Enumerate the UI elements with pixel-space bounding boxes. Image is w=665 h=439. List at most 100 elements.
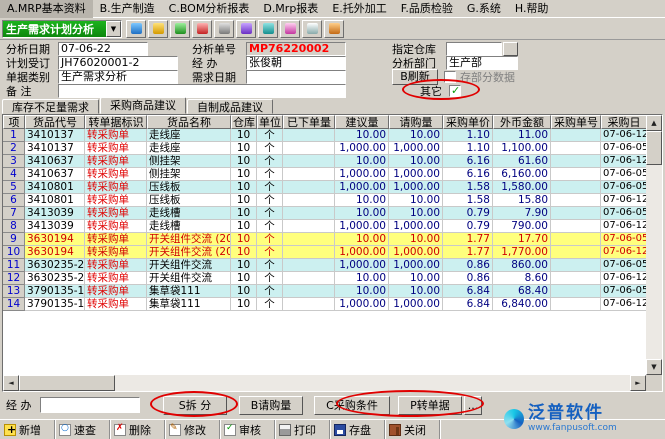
menu-item[interactable]: H.帮助 [508,0,556,18]
refresh-icon[interactable] [170,20,190,38]
table-cell: 1,000.00 [335,298,389,311]
scroll-left-icon[interactable]: ◄ [3,375,19,391]
brand-swirl-icon [504,409,524,429]
preview-icon[interactable] [302,20,322,38]
column-header[interactable]: 已下单量 [283,115,335,129]
vscroll-thumb[interactable] [646,131,662,165]
grid-header: 项货品代号转单据标识货品名称仓库单位已下单量建议量请购量采购单价外币金额采购单号… [3,115,647,129]
menu-item[interactable]: A.MRP基本资料 [0,0,93,18]
transfer-doc-button[interactable]: P转单据 [398,396,462,415]
table-cell: 个 [257,207,283,220]
grid-icon[interactable] [126,20,146,38]
menu-item[interactable]: G.系统 [460,0,508,18]
column-header[interactable]: 货品名称 [147,115,231,129]
purchase-condition-button[interactable]: C采购条件 [314,396,390,415]
tab-2[interactable]: 采购商品建议 [100,97,186,114]
refresh-button[interactable]: B刷新 [392,69,438,85]
table-cell: 1 [3,129,25,142]
statusbar-item[interactable]: 删除 [110,420,165,439]
scroll-up-icon[interactable]: ▲ [646,115,662,131]
column-header[interactable]: 外币金额 [493,115,551,129]
column-header[interactable]: 仓库 [231,115,257,129]
table-cell: 转采购单 [85,207,147,220]
column-header[interactable]: 采购日 [601,115,647,129]
tab-3[interactable]: 自制成品建议 [187,99,273,114]
table-row[interactable]: 23410137转采购单走线座10个1,000.001,000.001.101,… [3,142,647,155]
column-header[interactable]: 单位 [257,115,283,129]
table-row[interactable]: 123630235-2转采购单开关组件交流10个10.0010.000.868.… [3,272,647,285]
table-row[interactable]: 73413039转采购单走线槽10个10.0010.000.797.9007-0… [3,207,647,220]
vertical-scrollbar[interactable]: ▲ ▼ [646,115,662,375]
table-cell: 3410801 [25,194,85,207]
table-row[interactable]: 93630194转采购单开关组件交流 (2010个10.0010.001.771… [3,233,647,246]
column-header[interactable]: 采购单号 [551,115,601,129]
more-button[interactable]: ... [464,396,482,415]
menu-item[interactable]: E.托外加工 [325,0,393,18]
delete-icon[interactable] [192,20,212,38]
statusbar-item[interactable]: 修改 [165,420,220,439]
hscroll-thumb[interactable] [19,375,115,391]
table-cell: 13 [3,285,25,298]
footer-handler-input[interactable] [40,397,140,413]
statusbar-item[interactable]: 存盘 [330,420,385,439]
table-row[interactable]: 133790135-1转采购单集草袋11110个10.0010.006.8468… [3,285,647,298]
doc-type-selector[interactable]: 生产需求计划分析 ▼ [2,20,122,38]
sum-icon[interactable] [236,20,256,38]
plan-order-input[interactable]: JH76020001-2 [58,56,178,70]
chart-icon[interactable] [280,20,300,38]
warehouse-input[interactable] [446,42,502,56]
demand-date-input[interactable] [246,70,346,84]
filter-icon [263,23,274,34]
other-checkbox[interactable] [449,85,461,97]
scroll-right-icon[interactable]: ► [630,375,646,391]
doc-type-input[interactable]: 生产需求分析 [58,70,178,84]
column-header[interactable]: 货品代号 [25,115,85,129]
horizontal-scrollbar[interactable]: ◄ ► [3,375,646,391]
table-cell: 1,000.00 [389,168,443,181]
table-cell: 个 [257,298,283,311]
column-header[interactable]: 建议量 [335,115,389,129]
column-header[interactable]: 项 [3,115,25,129]
statusbar-item[interactable]: 审核 [220,420,275,439]
column-header[interactable]: 请购量 [389,115,443,129]
handler-input[interactable]: 张俊朝 [246,56,346,70]
menu-item[interactable]: F.品质检验 [394,0,460,18]
table-row[interactable]: 13410137转采购单走线座10个10.0010.001.1011.0007-… [3,129,647,142]
table-cell: 10 [231,272,257,285]
statusbar-item[interactable]: 打印 [275,420,330,439]
statusbar-item[interactable]: 关闭 [385,420,440,439]
remark-input[interactable] [58,84,346,98]
menu-item[interactable]: C.BOM分析报表 [162,0,257,18]
scroll-down-icon[interactable]: ▼ [646,359,662,375]
export-icon[interactable] [324,20,344,38]
table-cell [283,207,335,220]
footer-handler-label: 经 办 [6,399,32,412]
statusbar-item[interactable]: 速查 [55,420,110,439]
table-row[interactable]: 63410801转采购单压线板10个10.0010.001.5815.8007-… [3,194,647,207]
analysis-date-input[interactable]: 07-06-22 [58,42,148,56]
copy-icon[interactable] [214,20,234,38]
table-row[interactable]: 33410637转采购单侧挂架10个10.0010.006.1661.6007-… [3,155,647,168]
table-row[interactable]: 143790135-1转采购单集草袋11110个1,000.001,000.00… [3,298,647,311]
chevron-down-icon[interactable]: ▼ [106,21,121,37]
table-row[interactable]: 103630194转采购单开关组件交流 (2010个1,000.001,000.… [3,246,647,259]
table-row[interactable]: 53410801转采购单压线板10个1,000.001,000.001.581,… [3,181,647,194]
statusbar-item[interactable]: 新增 [0,420,55,439]
partial-checkbox[interactable] [444,71,456,83]
table-row[interactable]: 43410637转采购单侧挂架10个1,000.001,000.006.166,… [3,168,647,181]
request-qty-button[interactable]: B请购量 [239,396,303,415]
menu-item[interactable]: D.Mrp报表 [256,0,325,18]
column-header[interactable]: 采购单价 [443,115,493,129]
menu-item[interactable]: B.生产制造 [93,0,162,18]
warehouse-lookup-button[interactable] [503,42,518,56]
analysis-date-label: 分析日期 [6,43,50,56]
tab-1[interactable]: 库存不足量需求 [2,99,99,114]
table-row[interactable]: 83413039转采购单走线槽10个1,000.001,000.000.7979… [3,220,647,233]
table-row[interactable]: 113630235-2转采购单开关组件交流10个1,000.001,000.00… [3,259,647,272]
department-input[interactable]: 生产部 [446,56,518,70]
split-button[interactable]: S拆 分 [163,396,227,415]
filter-icon[interactable] [258,20,278,38]
column-header[interactable]: 转单据标识 [85,115,147,129]
calculator-icon[interactable] [148,20,168,38]
table-cell: 17.70 [493,233,551,246]
